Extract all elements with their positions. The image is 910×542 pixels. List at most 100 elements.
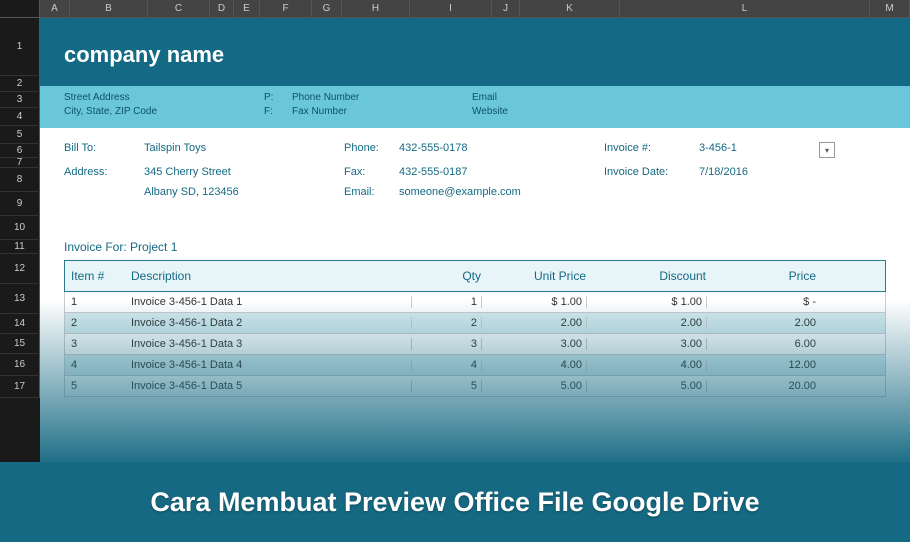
fax-prefix[interactable]: F: (264, 106, 292, 117)
col-header-A[interactable]: A (40, 0, 70, 17)
th-qty[interactable]: Qty (411, 269, 481, 283)
table-body: 1Invoice 3-456-1 Data 11$ 1.00$ 1.00$ -2… (64, 292, 886, 397)
col-header-D[interactable]: D (210, 0, 234, 17)
row-header-11[interactable]: 11 (0, 240, 40, 254)
cell-price[interactable]: 20.00 (706, 380, 836, 392)
cell-disc[interactable]: 3.00 (586, 338, 706, 350)
col-header-M[interactable]: M (870, 0, 910, 17)
table-row[interactable]: 3Invoice 3-456-1 Data 333.003.006.00 (64, 334, 886, 355)
table-row[interactable]: 5Invoice 3-456-1 Data 555.005.0020.00 (64, 376, 886, 397)
title-overlay: Cara Membuat Preview Office File Google … (0, 462, 910, 542)
email-label[interactable]: Email (472, 92, 497, 103)
cell-qty[interactable]: 4 (411, 359, 481, 371)
cell-qty[interactable]: 2 (411, 317, 481, 329)
row-header-8[interactable]: 8 (0, 168, 40, 192)
invoice-no-label: Invoice #: (604, 142, 699, 158)
col-header-I[interactable]: I (410, 0, 492, 17)
cell-qty[interactable]: 1 (411, 296, 481, 308)
row-header-3[interactable]: 3 (0, 92, 40, 108)
row-header-6[interactable]: 6 (0, 144, 40, 158)
phone-prefix[interactable]: P: (264, 92, 292, 103)
cell-item[interactable]: 5 (71, 380, 131, 392)
invoice-no-value[interactable]: 3-456-1 (699, 142, 799, 158)
email-value[interactable]: someone@example.com (399, 186, 604, 198)
col-header-H[interactable]: H (342, 0, 410, 17)
cell-unit[interactable]: 4.00 (481, 359, 586, 371)
row-header-4[interactable]: 4 (0, 108, 40, 126)
col-header-K[interactable]: K (520, 0, 620, 17)
cell-unit[interactable]: 5.00 (481, 380, 586, 392)
row-header-7[interactable]: 7 (0, 158, 40, 168)
row-header-10[interactable]: 10 (0, 216, 40, 240)
email-detail-label: Email: (344, 186, 399, 198)
th-price[interactable]: Price (706, 269, 836, 283)
phone-value[interactable]: 432-555-0178 (399, 142, 604, 158)
cell-price[interactable]: 12.00 (706, 359, 836, 371)
bill-to-value[interactable]: Tailspin Toys (144, 142, 344, 158)
overlay-title: Cara Membuat Preview Office File Google … (150, 487, 759, 518)
invoice-for[interactable]: Invoice For: Project 1 (40, 226, 910, 260)
address-line2[interactable]: Albany SD, 123456 (144, 186, 344, 198)
cell-qty[interactable]: 3 (411, 338, 481, 350)
city-state-zip[interactable]: City, State, ZIP Code (64, 106, 264, 117)
cell-price[interactable]: 6.00 (706, 338, 836, 350)
col-header-E[interactable]: E (234, 0, 260, 17)
dropdown-icon[interactable]: ▾ (819, 142, 835, 158)
cell-desc[interactable]: Invoice 3-456-1 Data 4 (131, 359, 411, 371)
col-header-L[interactable]: L (620, 0, 870, 17)
th-item[interactable]: Item # (71, 269, 131, 283)
street-address[interactable]: Street Address (64, 92, 264, 103)
cell-disc[interactable]: $ 1.00 (586, 296, 706, 308)
website-label[interactable]: Website (472, 106, 508, 117)
fax-number[interactable]: Fax Number (292, 106, 472, 117)
th-discount[interactable]: Discount (586, 269, 706, 283)
col-header-C[interactable]: C (148, 0, 210, 17)
col-header-B[interactable]: B (70, 0, 148, 17)
col-header-J[interactable]: J (492, 0, 520, 17)
cell-disc[interactable]: 5.00 (586, 380, 706, 392)
invoice-date-label: Invoice Date: (604, 166, 699, 178)
col-header-G[interactable]: G (312, 0, 342, 17)
table-row[interactable]: 1Invoice 3-456-1 Data 11$ 1.00$ 1.00$ - (64, 292, 886, 313)
cell-price[interactable]: $ - (706, 296, 836, 308)
row-header-14[interactable]: 14 (0, 314, 40, 334)
row-header-9[interactable]: 9 (0, 192, 40, 216)
cell-disc[interactable]: 2.00 (586, 317, 706, 329)
fax-value[interactable]: 432-555-0187 (399, 166, 604, 178)
phone-number[interactable]: Phone Number (292, 92, 472, 103)
cell-desc[interactable]: Invoice 3-456-1 Data 2 (131, 317, 411, 329)
table-row[interactable]: 2Invoice 3-456-1 Data 222.002.002.00 (64, 313, 886, 334)
row-header-2[interactable]: 2 (0, 76, 40, 92)
cell-qty[interactable]: 5 (411, 380, 481, 392)
cell-unit[interactable]: 3.00 (481, 338, 586, 350)
th-unit-price[interactable]: Unit Price (481, 269, 586, 283)
cell-item[interactable]: 4 (71, 359, 131, 371)
row-header-15[interactable]: 15 (0, 334, 40, 354)
address-label: Address: (64, 166, 144, 178)
row-header-1[interactable]: 1 (0, 18, 40, 76)
address-line1[interactable]: 345 Cherry Street (144, 166, 344, 178)
table-row[interactable]: 4Invoice 3-456-1 Data 444.004.0012.00 (64, 355, 886, 376)
cell-price[interactable]: 2.00 (706, 317, 836, 329)
invoice-table: Item # Description Qty Unit Price Discou… (64, 260, 886, 397)
row-header-5[interactable]: 5 (0, 126, 40, 144)
cell-item[interactable]: 2 (71, 317, 131, 329)
row-header-17[interactable]: 17 (0, 376, 40, 398)
cell-item[interactable]: 1 (71, 296, 131, 308)
col-header-F[interactable]: F (260, 0, 312, 17)
cell-desc[interactable]: Invoice 3-456-1 Data 3 (131, 338, 411, 350)
corner-cell[interactable] (0, 0, 40, 17)
invoice-date-value[interactable]: 7/18/2016 (699, 166, 799, 178)
row-header-16[interactable]: 16 (0, 354, 40, 376)
row-header-12[interactable]: 12 (0, 254, 40, 284)
th-description[interactable]: Description (131, 269, 411, 283)
cell-unit[interactable]: 2.00 (481, 317, 586, 329)
company-name[interactable]: company name (64, 42, 886, 68)
cell-disc[interactable]: 4.00 (586, 359, 706, 371)
cell-desc[interactable]: Invoice 3-456-1 Data 5 (131, 380, 411, 392)
company-info-strip: Street Address P: Phone Number Email Cit… (40, 86, 910, 128)
cell-item[interactable]: 3 (71, 338, 131, 350)
row-header-13[interactable]: 13 (0, 284, 40, 314)
cell-unit[interactable]: $ 1.00 (481, 296, 586, 308)
cell-desc[interactable]: Invoice 3-456-1 Data 1 (131, 296, 411, 308)
